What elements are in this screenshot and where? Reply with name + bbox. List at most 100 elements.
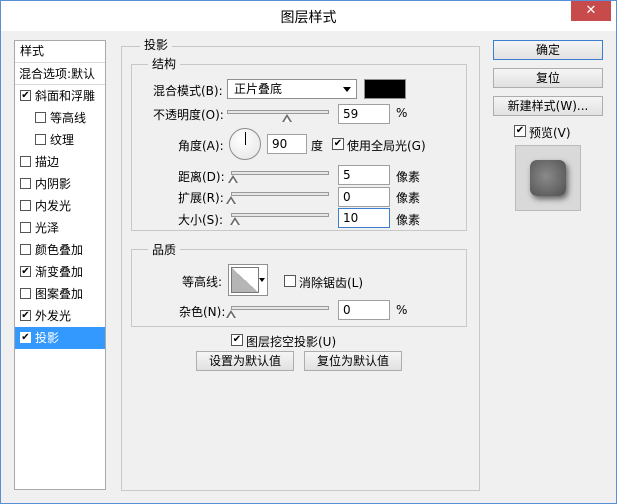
check-icon: ✔ <box>515 125 525 136</box>
knockout-checkbox[interactable]: ✔ <box>231 334 243 346</box>
noise-slider[interactable] <box>231 306 329 310</box>
size-unit: 像素 <box>396 213 421 227</box>
contour-picker[interactable] <box>228 264 268 296</box>
check-icon: ✔ <box>333 138 343 149</box>
style-checkbox[interactable] <box>35 112 46 123</box>
angle-label: 角度(A): <box>178 139 224 153</box>
new-style-button[interactable]: 新建样式(W)... <box>493 96 603 116</box>
size-slider-handle[interactable] <box>229 217 240 226</box>
size-slider[interactable] <box>231 213 329 217</box>
global-light-label: 使用全局光(G) <box>347 139 426 153</box>
styles-list: 样式 混合选项:默认 ✔ 斜面和浮雕等高线纹理描边内阴影内发光光泽颜色叠加 ✔ 渐变叠加… <box>14 40 106 490</box>
style-checkbox[interactable]: ✔ <box>20 332 31 343</box>
style-list-item-label: 等高线 <box>50 111 87 125</box>
distance-input[interactable]: 5 <box>338 165 390 185</box>
angle-unit: 度 <box>311 139 324 153</box>
check-icon: ✔ <box>232 334 242 345</box>
angle-dial[interactable] <box>229 128 261 160</box>
distance-label: 距离(D): <box>178 170 225 184</box>
preview-checkbox[interactable]: ✔ <box>514 125 526 137</box>
style-checkbox[interactable] <box>20 156 31 167</box>
ok-button[interactable]: 确定 <box>493 40 603 60</box>
style-checkbox[interactable] <box>20 222 31 233</box>
reset-default-button[interactable]: 复位为默认值 <box>304 351 402 371</box>
style-list-item-label: 光泽 <box>35 221 60 235</box>
distance-slider[interactable] <box>231 171 329 175</box>
set-default-button[interactable]: 设置为默认值 <box>196 351 294 371</box>
size-label: 大小(S): <box>178 213 224 227</box>
contour-label: 等高线: <box>182 275 223 289</box>
title-bar: 图层样式 ✕ <box>1 1 616 31</box>
blend-mode-select[interactable]: 正片叠底 <box>227 79 357 99</box>
styles-list-items: 混合选项:默认 ✔ 斜面和浮雕等高线纹理描边内阴影内发光光泽颜色叠加 ✔ 渐变叠加图案叠… <box>15 63 105 349</box>
style-checkbox[interactable]: ✔ <box>20 90 31 101</box>
style-list-item[interactable]: 光泽 <box>15 217 105 239</box>
blend-mode-label: 混合模式(B): <box>153 84 223 98</box>
style-preview <box>515 145 581 211</box>
style-list-item[interactable]: 内阴影 <box>15 173 105 195</box>
size-input[interactable]: 10 <box>338 208 390 228</box>
opacity-slider[interactable] <box>227 110 329 114</box>
style-list-item-label: 投影 <box>35 331 60 345</box>
noise-slider-handle[interactable] <box>226 310 236 319</box>
spread-label: 扩展(R): <box>178 191 224 205</box>
spread-input[interactable]: 0 <box>338 187 390 207</box>
style-list-item-label: 纹理 <box>50 133 75 147</box>
preview-label: 预览(V) <box>529 126 571 140</box>
style-list-item-label: 颜色叠加 <box>35 243 84 257</box>
distance-slider-handle[interactable] <box>227 175 238 184</box>
style-list-item-label: 斜面和浮雕 <box>35 89 96 103</box>
close-button[interactable]: ✕ <box>571 1 611 21</box>
style-list-item[interactable]: ✔ 投影 <box>15 327 105 349</box>
style-list-item[interactable]: 图案叠加 <box>15 283 105 305</box>
style-preview-tile <box>530 160 566 196</box>
style-checkbox[interactable] <box>20 288 31 299</box>
style-checkbox[interactable] <box>20 200 31 211</box>
structure-group-title: 结构 <box>148 55 181 72</box>
style-checkbox[interactable]: ✔ <box>20 310 31 321</box>
noise-input[interactable]: 0 <box>338 300 390 320</box>
style-list-item[interactable]: ✔ 外发光 <box>15 305 105 327</box>
style-list-item-label: 图案叠加 <box>35 287 84 301</box>
contour-preview <box>231 267 259 293</box>
noise-label: 杂色(N): <box>179 305 226 319</box>
angle-input[interactable]: 90 <box>267 134 307 154</box>
style-list-item[interactable]: 等高线 <box>15 107 105 129</box>
style-list-item[interactable]: 描边 <box>15 151 105 173</box>
style-checkbox[interactable]: ✔ <box>20 266 31 277</box>
style-list-item-label: 内发光 <box>35 199 72 213</box>
spread-slider[interactable] <box>231 192 329 196</box>
style-list-item[interactable]: 混合选项:默认 <box>15 63 105 85</box>
reset-button[interactable]: 复位 <box>493 68 603 88</box>
style-list-item[interactable]: 颜色叠加 <box>15 239 105 261</box>
panel-title: 投影 <box>140 36 173 53</box>
chevron-down-icon <box>259 278 265 282</box>
global-light-checkbox[interactable]: ✔ <box>332 138 344 150</box>
shadow-color-swatch[interactable] <box>364 79 406 99</box>
styles-list-header[interactable]: 样式 <box>15 41 105 63</box>
blend-mode-value: 正片叠底 <box>234 82 283 96</box>
style-list-item-label: 混合选项:默认 <box>19 67 96 81</box>
spread-slider-handle[interactable] <box>226 196 236 205</box>
dialog-title: 图层样式 <box>280 10 337 26</box>
opacity-unit: % <box>396 106 408 120</box>
anti-alias-label: 消除锯齿(L) <box>299 276 364 290</box>
style-list-item[interactable]: 纹理 <box>15 129 105 151</box>
knockout-label: 图层挖空投影(U) <box>246 335 337 349</box>
close-icon: ✕ <box>585 3 597 18</box>
anti-alias-checkbox[interactable] <box>284 275 296 287</box>
distance-unit: 像素 <box>396 170 421 184</box>
style-list-item-label: 外发光 <box>35 309 72 323</box>
opacity-input[interactable]: 59 <box>338 104 390 124</box>
style-list-item[interactable]: ✔ 渐变叠加 <box>15 261 105 283</box>
style-list-item[interactable]: ✔ 斜面和浮雕 <box>15 85 105 107</box>
style-list-item-label: 内阴影 <box>35 177 72 191</box>
opacity-slider-handle[interactable] <box>282 114 293 123</box>
style-checkbox[interactable] <box>20 244 31 255</box>
style-checkbox[interactable] <box>20 178 31 189</box>
style-list-item[interactable]: 内发光 <box>15 195 105 217</box>
quality-group-title: 品质 <box>148 241 181 258</box>
opacity-label: 不透明度(O): <box>153 108 224 122</box>
style-checkbox[interactable] <box>35 134 46 145</box>
chevron-down-icon <box>343 87 351 92</box>
